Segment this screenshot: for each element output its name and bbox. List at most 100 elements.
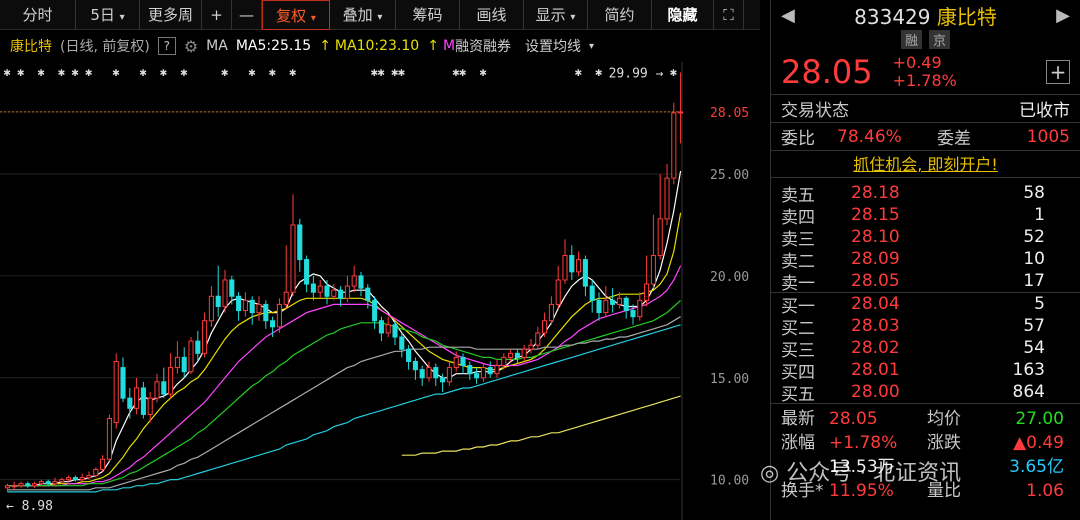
candle-body (181, 356, 187, 373)
candle-body (52, 481, 58, 485)
bid-row[interactable]: 买一 28.04 5 (771, 293, 1080, 317)
event-marker: ✱ (269, 65, 276, 79)
candle-body (372, 299, 378, 322)
candle-body (616, 297, 622, 305)
ask-row[interactable]: 卖五 28.18 58 (771, 182, 1080, 206)
help-icon[interactable]: ? (157, 37, 176, 55)
latest-label: 最新 (781, 409, 815, 429)
candle-body (134, 387, 140, 409)
candle-body (113, 360, 119, 424)
trade-status-row: 交易状态 已收市 (771, 94, 1080, 122)
candle-body (582, 259, 588, 287)
ask-label: 卖一 (781, 273, 815, 294)
event-marker: ✱ (221, 65, 228, 79)
chips-button[interactable]: 筹码 (396, 0, 460, 30)
event-marker: ✱ (377, 65, 384, 79)
bid-volume: 57 (1023, 316, 1045, 336)
candle-body (596, 299, 602, 314)
stock-code: 833429 (854, 4, 931, 29)
stock-tags: 融 京 (771, 30, 1080, 50)
rzrq-toggle[interactable]: 融资融券 (455, 36, 511, 56)
bid-row[interactable]: 买四 28.01 163 (771, 359, 1080, 383)
prev-stock-icon[interactable]: ◀ (781, 5, 795, 26)
bid-row[interactable]: 买三 28.02 54 (771, 337, 1080, 361)
candle-body (385, 324, 391, 334)
candle-body (208, 295, 214, 322)
zoom-out-button[interactable]: — (232, 0, 262, 30)
ask-row[interactable]: 卖二 28.09 10 (771, 248, 1080, 272)
candle-body (276, 303, 282, 328)
candle-body (671, 112, 677, 179)
gear-icon[interactable]: ⚙ (184, 37, 198, 56)
tab-intraday[interactable]: 分时 (0, 0, 76, 30)
draw-button[interactable]: 画线 (460, 0, 524, 30)
adjust-button[interactable]: 复权 ▾ (262, 0, 330, 30)
bid-price: 28.03 (851, 316, 900, 336)
candle-body (4, 485, 10, 489)
candle-body (351, 275, 357, 287)
candle-body (202, 320, 208, 354)
kline-chart[interactable]: 28.05 25.00 20.00 15.00 10.00 29.99 → ← 8.98 ✱ ✱… (0, 62, 760, 520)
simple-button[interactable]: 简约 (588, 0, 652, 30)
exchange-tag: 京 (929, 30, 951, 49)
candle-body (650, 255, 656, 285)
candle-body (378, 320, 384, 334)
wb-value: 78.46% (837, 126, 902, 147)
candle-body (569, 255, 575, 273)
moving-average-line (7, 324, 681, 493)
high-price-label: 29.99 → (609, 66, 664, 81)
chart-stock-name: 康比特 (10, 39, 52, 55)
candle-body (528, 344, 534, 350)
candle-body (548, 303, 554, 322)
event-marker: ✱ (459, 65, 466, 79)
event-marker: ✱ (3, 65, 10, 79)
chg-label: 涨幅 (781, 433, 815, 453)
candle-body (480, 367, 486, 379)
candle-body (106, 418, 112, 460)
ask-volume: 17 (1023, 271, 1045, 291)
next-stock-icon[interactable]: ▶ (1056, 5, 1070, 26)
price-tick-label: 28.05 (710, 106, 749, 121)
change-value: +0.49 (892, 53, 942, 72)
ask-price: 28.10 (851, 227, 900, 247)
ma-settings-button[interactable]: 设置均线 (525, 36, 581, 56)
event-marker: ✱ (58, 65, 65, 79)
quote-panel: ◀ 833429 康比特 ▶ 融 京 28.05 +0.49 +1.78% + … (770, 0, 1080, 520)
candle-body (338, 289, 344, 299)
overlay-button[interactable]: 叠加 ▾ (330, 0, 396, 30)
candle-body (603, 299, 609, 314)
fullscreen-icon[interactable]: ⛶ (714, 0, 744, 30)
bid-price: 28.04 (851, 294, 900, 314)
zd-label: 涨跌 (927, 433, 961, 453)
bid-row[interactable]: 买五 28.00 864 (771, 381, 1080, 405)
bid-row[interactable]: 买二 28.03 57 (771, 315, 1080, 339)
bid-volume: 864 (1012, 382, 1045, 402)
adjust-label: 复权 (276, 7, 307, 25)
ask-row[interactable]: 卖四 28.15 1 (771, 204, 1080, 228)
ask-row[interactable]: 卖三 28.10 52 (771, 226, 1080, 250)
tab-5day[interactable]: 5日 ▾ (76, 0, 140, 30)
hide-button[interactable]: 隐藏 (652, 0, 714, 30)
arrow-up-icon: ↑ (319, 38, 331, 54)
candle-body (521, 348, 527, 358)
toolbar: 分时 5日 ▾ 更多周 + — 复权 ▾ 叠加 ▾ 筹码 画线 显示 ▾ 简约 … (0, 0, 760, 30)
open-account-banner[interactable]: 抓住机会, 即刻开户! (771, 150, 1080, 178)
ma10-value: MA10:23.10 (334, 38, 420, 54)
candle-body (555, 279, 561, 305)
tab-more-period[interactable]: 更多周 (140, 0, 202, 30)
event-marker: ✱ (85, 65, 92, 79)
add-watchlist-button[interactable]: + (1046, 60, 1070, 84)
candle-body (358, 275, 364, 289)
event-marker: ✱ (71, 65, 78, 79)
candle-body (610, 299, 616, 305)
candle-body (623, 297, 629, 312)
wei-row: 委比 78.46% 委差 1005 (771, 122, 1080, 150)
zoom-in-button[interactable]: + (202, 0, 232, 30)
ask-row[interactable]: 卖一 28.05 17 (771, 270, 1080, 294)
candle-body (344, 285, 350, 299)
candle-body (140, 387, 146, 415)
ask-volume: 52 (1023, 227, 1045, 247)
ma5-value: MA5:25.15 (235, 38, 312, 54)
candle-body (100, 458, 106, 470)
display-button[interactable]: 显示 ▾ (524, 0, 588, 30)
